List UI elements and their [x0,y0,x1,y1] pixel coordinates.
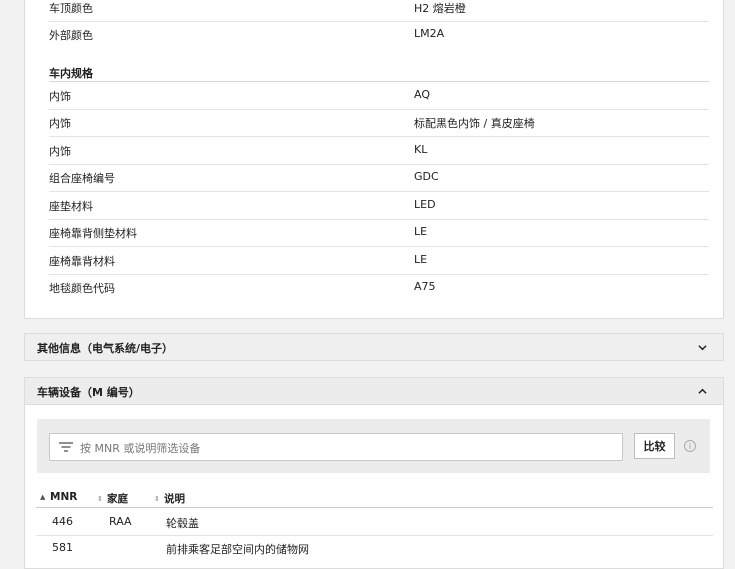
search-placeholder: 按 MNR 或说明筛选设备 [80,442,201,455]
table-header-divider [36,507,713,508]
spec-value: AQ [414,88,430,101]
equipment-title: 车辆设备（M 编号） [37,386,140,399]
equipment-card [24,378,724,569]
spec-row: 座垫材料 LED [49,192,709,220]
spec-row: 车顶颜色 H2 熔岩橙 [49,0,709,22]
spec-row: 外部颜色 LM2A [49,21,709,48]
spec-row: 座椅靠背材料 LE [49,247,709,275]
cell-desc: 轮毂盖 [166,517,199,530]
spec-value: LE [414,225,428,238]
column-header-desc[interactable]: ⇕ 说明 [154,491,185,506]
spec-value: LM2A [414,27,445,40]
search-input[interactable]: 按 MNR 或说明筛选设备 [49,433,623,461]
cell-mnr: 581 [52,541,73,554]
spec-row: 内饰 KL [49,137,709,165]
spec-row: 内饰 标配黑色内饰 / 真皮座椅 [49,109,709,137]
spec-value: 标配黑色内饰 / 真皮座椅 [414,117,535,130]
column-label: 说明 [164,493,185,505]
spec-label: 车顶颜色 [49,2,93,15]
spec-label: 座椅靠背侧垫材料 [49,227,137,240]
compare-button[interactable]: 比较 [634,433,675,459]
spec-row: 组合座椅编号 GDC [49,164,709,192]
spec-label: 组合座椅编号 [49,172,115,185]
spec-value: LED [414,198,436,211]
sort-asc-icon: ▲ [40,493,46,501]
spec-value: LE [414,253,428,266]
spec-label: 内饰 [49,117,71,130]
sort-icon: ⇕ [97,495,103,503]
spec-label: 地毯颜色代码 [49,282,115,295]
spec-value: GDC [414,170,439,183]
other-info-header[interactable]: 其他信息（电气系统/电子） [24,333,724,361]
cell-mnr: 446 [52,515,73,528]
specs-card: 车顶颜色 H2 熔岩橙 外部颜色 LM2A 车内规格 内饰 AQ 内饰 标配黑色… [24,0,724,319]
column-header-mnr[interactable]: ▲ MNR [40,491,77,503]
info-icon[interactable]: i [684,440,696,452]
chevron-down-icon[interactable] [698,343,707,352]
chevron-up-icon[interactable] [698,387,707,396]
cell-family: RAA [109,515,132,528]
spec-row: 地毯颜色代码 A75 [49,274,709,301]
section-title: 车内规格 [49,67,93,80]
other-info-title: 其他信息（电气系统/电子） [37,342,174,355]
filter-icon [59,442,73,452]
column-label: MNR [50,491,78,503]
equipment-header[interactable]: 车辆设备（M 编号） [24,377,724,405]
spec-label: 内饰 [49,145,71,158]
spec-label: 座椅靠背材料 [49,255,115,268]
cell-desc: 前排乘客足部空间内的储物网 [166,543,309,556]
sort-icon: ⇕ [154,495,160,503]
spec-row: 座椅靠背侧垫材料 LE [49,219,709,247]
spec-row: 内饰 AQ [49,82,709,110]
spec-value: A75 [414,280,436,293]
column-header-family[interactable]: ⇕ 家庭 [97,491,128,506]
row-divider [36,535,713,536]
spec-label: 内饰 [49,90,71,103]
spec-label: 座垫材料 [49,200,93,213]
spec-value: H2 熔岩橙 [414,2,466,15]
column-label: 家庭 [107,493,128,505]
spec-value: KL [414,143,428,156]
spec-label: 外部颜色 [49,29,93,42]
